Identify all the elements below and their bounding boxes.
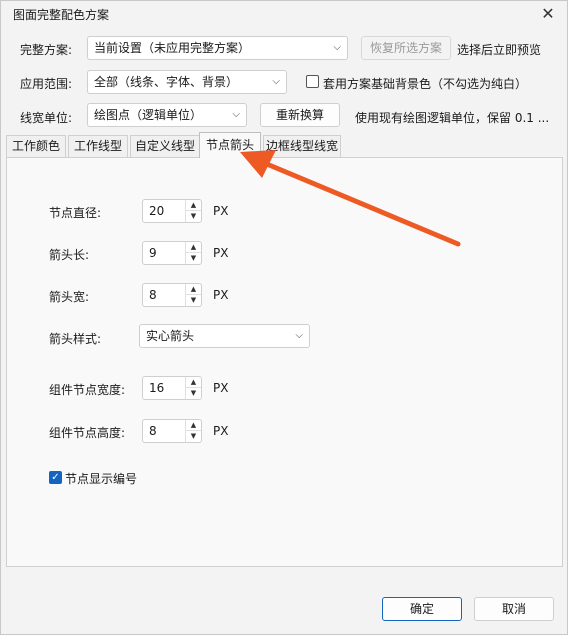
show-number-checkbox[interactable]: ✓ bbox=[49, 471, 62, 484]
comp-node-height-stepper[interactable]: 8 ▲ ▼ bbox=[142, 419, 202, 443]
arrow-width-label: 箭头宽: bbox=[49, 290, 90, 304]
arrow-width-unit: PX bbox=[213, 288, 229, 302]
node-diameter-stepper[interactable]: 20 ▲ ▼ bbox=[142, 199, 202, 223]
title-bar: 图面完整配色方案 ✕ bbox=[1, 1, 567, 29]
recalc-button[interactable]: 重新换算 bbox=[260, 103, 340, 127]
scope-select[interactable]: 全部（线条、字体、背景） ⌵ bbox=[87, 70, 287, 94]
tab-border-linetype-width[interactable]: 边框线型线宽 bbox=[263, 135, 341, 157]
spin-down-icon[interactable]: ▼ bbox=[186, 388, 201, 399]
node-diameter-value: 20 bbox=[149, 204, 165, 218]
ok-button[interactable]: 确定 bbox=[382, 597, 462, 621]
node-diameter-unit: PX bbox=[213, 204, 229, 218]
spin-down-icon[interactable]: ▼ bbox=[186, 431, 201, 442]
comp-node-height-value: 8 bbox=[149, 424, 157, 438]
spin-up-icon[interactable]: ▲ bbox=[186, 200, 201, 211]
linewidth-select-value: 绘图点（逻辑单位） bbox=[94, 108, 203, 122]
chevron-down-icon: ⌵ bbox=[272, 76, 280, 87]
linewidth-select[interactable]: 绘图点（逻辑单位） ⌵ bbox=[87, 103, 247, 127]
comp-node-width-unit: PX bbox=[213, 381, 229, 395]
spin-up-icon[interactable]: ▲ bbox=[186, 242, 201, 253]
arrow-style-value: 实心箭头 bbox=[146, 329, 195, 343]
tab-custom-linetype[interactable]: 自定义线型 bbox=[130, 135, 200, 157]
dialog-window: 图面完整配色方案 ✕ 完整方案: 当前设置（未应用完整方案） ⌵ 恢复所选方案 … bbox=[0, 0, 568, 635]
comp-node-width-label: 组件节点宽度: bbox=[49, 383, 126, 397]
spin-up-icon[interactable]: ▲ bbox=[186, 284, 201, 295]
show-number-label: 节点显示编号 bbox=[65, 472, 138, 486]
chevron-down-icon: ⌵ bbox=[232, 109, 240, 120]
spin-down-icon[interactable]: ▼ bbox=[186, 253, 201, 264]
comp-node-width-value: 16 bbox=[149, 381, 165, 395]
node-diameter-label: 节点直径: bbox=[49, 206, 102, 220]
spin-down-icon[interactable]: ▼ bbox=[186, 295, 201, 306]
spin-down-icon[interactable]: ▼ bbox=[186, 211, 201, 222]
arrow-style-label: 箭头样式: bbox=[49, 332, 102, 346]
scheme-select-value: 当前设置（未应用完整方案） bbox=[94, 41, 251, 55]
arrow-length-unit: PX bbox=[213, 246, 229, 260]
cancel-button[interactable]: 取消 bbox=[474, 597, 554, 621]
scope-select-value: 全部（线条、字体、背景） bbox=[94, 75, 239, 89]
preview-hint: 选择后立即预览 bbox=[457, 43, 542, 57]
comp-node-width-stepper[interactable]: 16 ▲ ▼ bbox=[142, 376, 202, 400]
scheme-label: 完整方案: bbox=[20, 43, 73, 57]
spin-up-icon[interactable]: ▲ bbox=[186, 420, 201, 431]
comp-node-height-unit: PX bbox=[213, 424, 229, 438]
arrow-width-value: 8 bbox=[149, 288, 157, 302]
spin-up-icon[interactable]: ▲ bbox=[186, 377, 201, 388]
chevron-down-icon: ⌵ bbox=[295, 330, 303, 341]
comp-node-height-label: 组件节点高度: bbox=[49, 426, 126, 440]
restore-scheme-button[interactable]: 恢复所选方案 bbox=[361, 36, 451, 60]
background-checkbox-label: 套用方案基础背景色（不勾选为纯白） bbox=[323, 77, 528, 91]
scope-label: 应用范围: bbox=[20, 77, 73, 91]
dialog-title: 图面完整配色方案 bbox=[13, 8, 110, 22]
arrow-length-stepper[interactable]: 9 ▲ ▼ bbox=[142, 241, 202, 265]
arrow-length-label: 箭头长: bbox=[49, 248, 90, 262]
chevron-down-icon: ⌵ bbox=[333, 42, 341, 53]
linewidth-hint: 使用现有绘图逻辑单位，保留 0.1 ... bbox=[355, 111, 550, 125]
arrow-length-value: 9 bbox=[149, 246, 157, 260]
background-checkbox[interactable] bbox=[306, 75, 319, 88]
arrow-style-select[interactable]: 实心箭头 ⌵ bbox=[139, 324, 310, 348]
linewidth-label: 线宽单位: bbox=[20, 111, 73, 125]
arrow-width-stepper[interactable]: 8 ▲ ▼ bbox=[142, 283, 202, 307]
close-icon[interactable]: ✕ bbox=[537, 3, 559, 25]
scheme-select[interactable]: 当前设置（未应用完整方案） ⌵ bbox=[87, 36, 348, 60]
tab-node-arrow[interactable]: 节点箭头 bbox=[199, 132, 261, 158]
tab-work-linetype[interactable]: 工作线型 bbox=[68, 135, 128, 157]
tab-work-colors[interactable]: 工作颜色 bbox=[6, 135, 66, 157]
check-icon: ✓ bbox=[51, 472, 60, 483]
